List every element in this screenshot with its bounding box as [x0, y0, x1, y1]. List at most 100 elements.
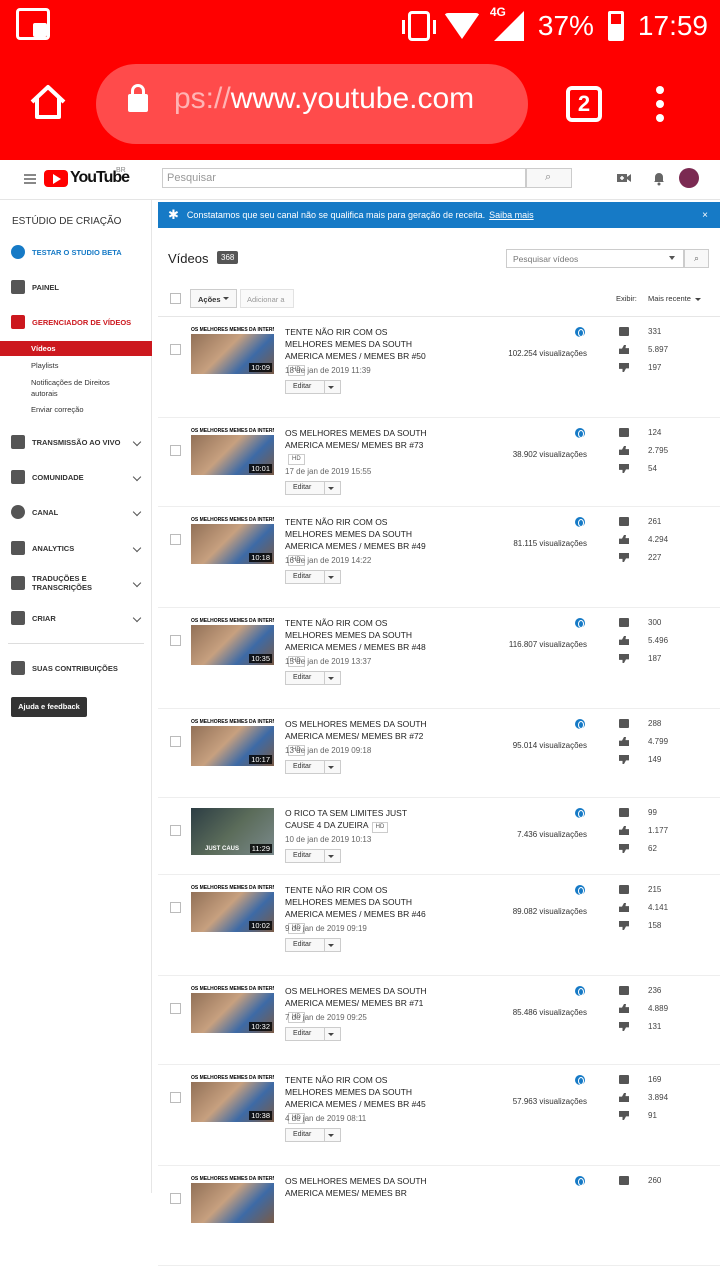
- sidebar-item-create[interactable]: CRIAR: [0, 603, 152, 633]
- edit-button[interactable]: Editar: [285, 760, 341, 774]
- actions-dropdown[interactable]: Ações: [190, 289, 237, 308]
- sidebar-sub-copyright[interactable]: Notificações de Direitos autorais: [0, 377, 152, 399]
- row-checkbox[interactable]: [170, 736, 181, 747]
- video-thumbnail[interactable]: OS MELHORES MEMES DA INTERNET 10:17: [191, 719, 274, 766]
- sidebar-item-studio-beta[interactable]: TESTAR O STUDIO BETA: [0, 237, 152, 267]
- table-row[interactable]: JUST CAUS 11:29 O RICO TA SEM LIMITES JUST…: [158, 798, 720, 875]
- comment-count: 99: [648, 808, 657, 817]
- guide-menu-icon[interactable]: [24, 174, 36, 184]
- close-icon[interactable]: ×: [702, 210, 708, 221]
- sidebar-item-contributions[interactable]: SUAS CONTRIBUIÇÕES: [0, 653, 152, 683]
- like-icon: [619, 345, 629, 354]
- video-title[interactable]: O RICO TA SEM LIMITES JUST CAUSE 4 DA ZU…: [285, 807, 435, 833]
- sidebar-item-live[interactable]: TRANSMISSÃO AO VIVO: [0, 427, 152, 457]
- video-thumbnail[interactable]: OS MELHORES MEMES DA INTERNET 10:35: [191, 618, 274, 665]
- table-row[interactable]: OS MELHORES MEMES DA INTERNET 10:09 TENTE …: [158, 317, 720, 418]
- sidebar-item-translations[interactable]: TRADUÇÕES E TRANSCRIÇÕES: [0, 568, 152, 598]
- comment-icon: [619, 885, 629, 894]
- dislike-icon: [619, 1111, 629, 1120]
- thumbnail-caption: OS MELHORES MEMES DA INTERNET: [191, 986, 274, 993]
- row-checkbox[interactable]: [170, 445, 181, 456]
- like-icon: [619, 737, 629, 746]
- dislike-count: 62: [648, 844, 657, 853]
- edit-button[interactable]: Editar: [285, 1027, 341, 1041]
- row-checkbox[interactable]: [170, 635, 181, 646]
- edit-button[interactable]: Editar: [285, 380, 341, 394]
- url-text[interactable]: ps://www.youtube.com: [174, 82, 474, 116]
- comment-icon: [619, 428, 629, 437]
- row-checkbox[interactable]: [170, 534, 181, 545]
- video-date: 13 de jan de 2019 09:18: [285, 746, 372, 755]
- row-checkbox[interactable]: [170, 1092, 181, 1103]
- video-thumbnail[interactable]: OS MELHORES MEMES DA INTERNET 10:18: [191, 517, 274, 564]
- videos-search-input[interactable]: Pesquisar vídeos: [506, 249, 684, 268]
- video-thumbnail[interactable]: OS MELHORES MEMES DA INTERNET: [191, 1176, 274, 1223]
- row-checkbox[interactable]: [170, 1003, 181, 1014]
- sidebar-item-analytics[interactable]: ANALYTICS: [0, 533, 152, 563]
- edit-button[interactable]: Editar: [285, 1128, 341, 1142]
- edit-button[interactable]: Editar: [285, 849, 341, 863]
- video-thumbnail[interactable]: OS MELHORES MEMES DA INTERNET 10:01: [191, 428, 274, 475]
- video-thumbnail[interactable]: OS MELHORES MEMES DA INTERNET 10:09: [191, 327, 274, 374]
- sidebar-sub-send-correction[interactable]: Enviar correção: [0, 405, 152, 414]
- edit-button[interactable]: Editar: [285, 570, 341, 584]
- table-row[interactable]: OS MELHORES MEMES DA INTERNET 10:17 OS MEL…: [158, 709, 720, 798]
- comment-icon: [619, 808, 629, 817]
- video-thumbnail[interactable]: JUST CAUS 11:29: [191, 808, 274, 855]
- sidebar-item-community[interactable]: COMUNIDADE: [0, 462, 152, 492]
- video-thumbnail[interactable]: OS MELHORES MEMES DA INTERNET 10:32: [191, 986, 274, 1033]
- help-feedback-button[interactable]: Ajuda e feedback: [11, 697, 87, 717]
- video-thumbnail[interactable]: OS MELHORES MEMES DA INTERNET 10:38: [191, 1075, 274, 1122]
- videos-search-button[interactable]: ⌕: [684, 249, 709, 268]
- table-row[interactable]: OS MELHORES MEMES DA INTERNET 10:01 OS MEL…: [158, 418, 720, 507]
- youtube-search-input[interactable]: Pesquisar: [162, 168, 526, 188]
- video-duration: 10:18: [249, 553, 272, 562]
- sidebar-sub-playlists[interactable]: Playlists: [0, 361, 152, 370]
- thumbnail-caption: OS MELHORES MEMES DA INTERNET: [191, 1075, 274, 1082]
- row-checkbox[interactable]: [170, 1193, 181, 1204]
- video-title[interactable]: OS MELHORES MEMES DA SOUTH AMERICA MEMES…: [285, 1175, 435, 1199]
- video-date: 17 de jan de 2019 15:55: [285, 467, 372, 476]
- view-count: 38.902 visualizações: [512, 450, 587, 459]
- row-checkbox[interactable]: [170, 344, 181, 355]
- comment-icon: [619, 618, 629, 627]
- upload-video-icon[interactable]: [616, 170, 632, 186]
- address-bar[interactable]: ps://www.youtube.com: [96, 64, 528, 144]
- sidebar-sub-videos[interactable]: Vídeos: [0, 341, 152, 356]
- thumbnail-caption: JUST CAUS: [205, 846, 240, 852]
- comment-count: 288: [648, 719, 662, 728]
- row-checkbox[interactable]: [170, 902, 181, 913]
- video-thumbnail[interactable]: OS MELHORES MEMES DA INTERNET 10:02: [191, 885, 274, 932]
- home-icon[interactable]: [28, 82, 68, 122]
- table-row[interactable]: OS MELHORES MEMES DA INTERNET 10:32 OS MEL…: [158, 976, 720, 1065]
- video-duration: 10:02: [249, 921, 272, 930]
- tab-switcher-button[interactable]: 2: [566, 86, 602, 122]
- table-row[interactable]: OS MELHORES MEMES DA INTERNET 10:02 TENTE …: [158, 875, 720, 976]
- edit-button[interactable]: Editar: [285, 938, 341, 952]
- table-row[interactable]: OS MELHORES MEMES DA INTERNET OS MELHORES…: [158, 1166, 720, 1266]
- like-icon: [619, 446, 629, 455]
- table-row[interactable]: OS MELHORES MEMES DA INTERNET 10:35 TENTE …: [158, 608, 720, 709]
- edit-button[interactable]: Editar: [285, 671, 341, 685]
- sort-dropdown[interactable]: Mais recente: [648, 294, 701, 303]
- learn-more-link[interactable]: Saiba mais: [489, 210, 534, 220]
- browser-menu-icon[interactable]: [656, 86, 666, 126]
- edit-button[interactable]: Editar: [285, 481, 341, 495]
- notifications-bell-icon[interactable]: [651, 170, 667, 186]
- comment-icon: [619, 1176, 629, 1185]
- chevron-down-icon: [132, 507, 142, 517]
- select-all-checkbox[interactable]: [170, 293, 181, 304]
- video-duration: 10:01: [249, 464, 272, 473]
- sidebar-item-dashboard[interactable]: PAINEL: [0, 272, 152, 302]
- thumbnail-caption: OS MELHORES MEMES DA INTERNET: [191, 719, 274, 726]
- account-avatar[interactable]: [679, 168, 699, 188]
- table-row[interactable]: OS MELHORES MEMES DA INTERNET 10:18 TENTE …: [158, 507, 720, 608]
- sidebar-item-video-manager[interactable]: GERENCIADOR DE VÍDEOS: [0, 307, 152, 337]
- table-row[interactable]: OS MELHORES MEMES DA INTERNET 10:38 TENTE …: [158, 1065, 720, 1166]
- video-date: 15 de jan de 2019 13:37: [285, 657, 372, 666]
- video-title[interactable]: OS MELHORES MEMES DA SOUTH AMERICA MEMES…: [285, 427, 435, 465]
- youtube-logo[interactable]: YouTube BR: [44, 167, 130, 187]
- sidebar-item-channel[interactable]: CANAL: [0, 497, 152, 527]
- youtube-search-button[interactable]: [526, 168, 572, 188]
- row-checkbox[interactable]: [170, 825, 181, 836]
